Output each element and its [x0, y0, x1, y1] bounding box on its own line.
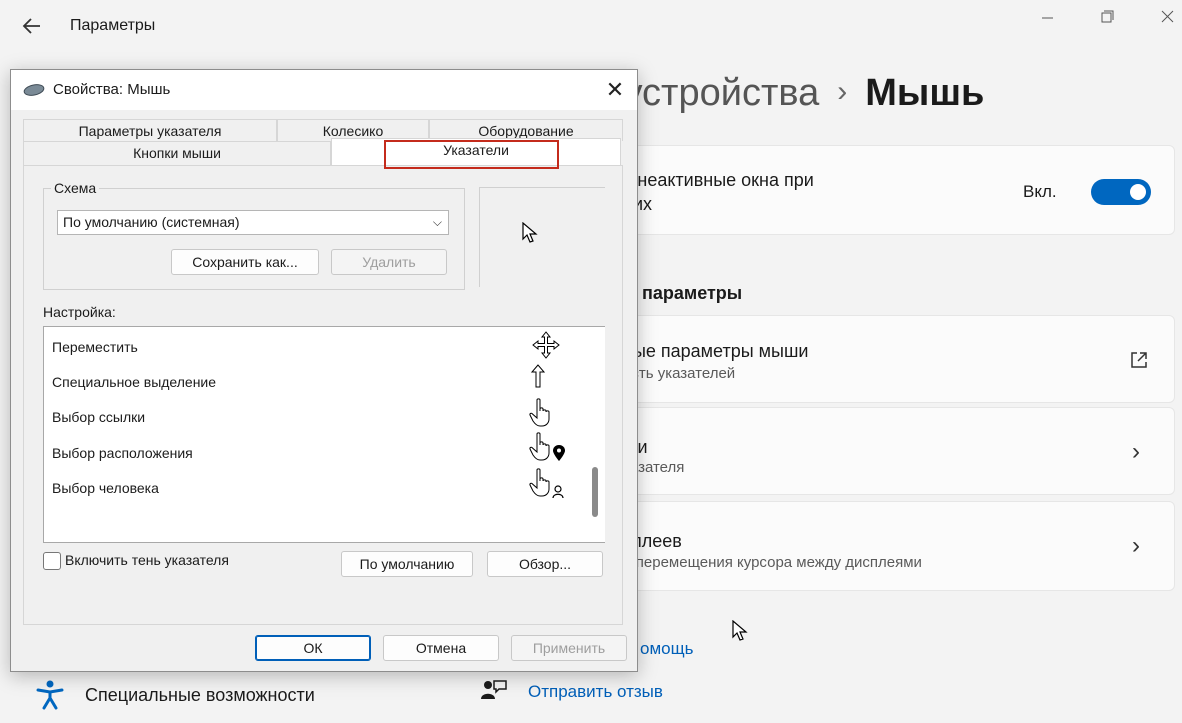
page-title: Мышь [865, 72, 985, 114]
save-as-button[interactable]: Сохранить как... [171, 249, 319, 275]
accessibility-nav-item[interactable]: Специальные возможности [85, 685, 315, 706]
back-arrow-icon[interactable] [22, 15, 42, 37]
cursor-preview [479, 187, 605, 287]
help-link[interactable]: омощь [640, 639, 693, 659]
chevron-down-icon: ⌵ [432, 215, 442, 229]
mouse-icon [23, 84, 45, 96]
customize-label: Настройка: [43, 304, 116, 320]
additional-mouse-subtitle: ость указателей [623, 365, 736, 382]
list-scrollbar[interactable] [588, 327, 605, 542]
close-icon[interactable]: ✕ [601, 76, 629, 104]
dialog-title: Свойства: Мышь [53, 81, 171, 98]
browse-button[interactable]: Обзор... [487, 551, 603, 577]
list-item-location-select[interactable]: Выбор расположения [52, 445, 193, 461]
send-feedback-link[interactable]: Отправить отзыв [528, 682, 663, 702]
list-item-person-select[interactable]: Выбор человека [52, 480, 159, 496]
scheme-selected-value: По умолчанию (системная) [63, 214, 240, 230]
section-related-settings: параметры [642, 283, 743, 303]
active-tab-highlight [384, 140, 559, 169]
move-cursor-icon [532, 331, 560, 359]
feedback-icon [481, 680, 507, 699]
alternate-select-cursor-icon [530, 364, 546, 388]
list-item-alternate-select[interactable]: Специальное выделение [52, 374, 216, 390]
scrollbar-thumb[interactable] [592, 467, 598, 517]
close-window-icon[interactable] [1150, 4, 1182, 30]
list-item-move[interactable]: Переместить [52, 339, 138, 355]
list-item-link-select[interactable]: Выбор ссылки [52, 409, 145, 425]
app-title: Параметры [70, 17, 156, 34]
displays-card[interactable]: сплеев б перемещения курсора между диспл… [590, 501, 1175, 591]
additional-mouse-settings-card[interactable]: ные параметры мыши ость указателей [590, 315, 1175, 403]
pointer-shadow-label[interactable]: Включить тень указателя [65, 552, 229, 568]
settings-titlebar: Параметры [0, 0, 1182, 55]
minimize-icon[interactable] [1030, 4, 1064, 30]
arrow-cursor-icon [522, 222, 538, 243]
scroll-inactive-toggle[interactable] [1091, 179, 1151, 205]
additional-mouse-title: ные параметры мыши [623, 341, 809, 361]
chevron-right-icon: › [1132, 532, 1140, 559]
dialog-titlebar: Свойства: Мышь ✕ [11, 70, 637, 110]
cancel-button[interactable]: Отмена [383, 635, 499, 661]
tab-buttons[interactable]: Кнопки мыши [23, 141, 331, 165]
delete-scheme-button[interactable]: Удалить [331, 249, 447, 275]
pointer-shadow-checkbox[interactable] [43, 552, 61, 570]
person-select-cursor-icon [529, 468, 564, 499]
restore-icon[interactable] [1090, 4, 1124, 30]
apply-button[interactable]: Применить [511, 635, 627, 661]
ok-button[interactable]: ОК [255, 635, 371, 661]
scroll-inactive-card: ь неактивные окна при них Вкл. [590, 145, 1175, 235]
displays-subtitle: б перемещения курсора между дисплеями [623, 554, 922, 571]
accessibility-icon [36, 680, 64, 710]
tab-pointer-options[interactable]: Параметры указателя [23, 119, 277, 141]
mouse-properties-dialog: Свойства: Мышь ✕ Параметры указателя Кол… [10, 69, 638, 672]
external-link-icon [1131, 352, 1147, 368]
toggle-state-label: Вкл. [1023, 182, 1057, 201]
chevron-right-icon: › [1132, 438, 1140, 465]
mouse-cursor-icon [732, 620, 748, 641]
scheme-dropdown[interactable]: По умолчанию (системная) ⌵ [57, 210, 449, 235]
toggle-knob [1130, 184, 1146, 200]
location-select-cursor-icon [529, 432, 565, 461]
breadcrumb-separator: › [837, 75, 848, 108]
use-default-button[interactable]: По умолчанию [341, 551, 473, 577]
scheme-label: Схема [51, 180, 100, 196]
mouse-pointer-card[interactable]: ши казателя › [590, 407, 1175, 495]
link-select-cursor-icon [529, 398, 550, 427]
scroll-inactive-title-line1: ь неактивные окна при [623, 170, 814, 190]
pointer-list: Переместить Специальное выделение Выбор … [43, 326, 605, 543]
